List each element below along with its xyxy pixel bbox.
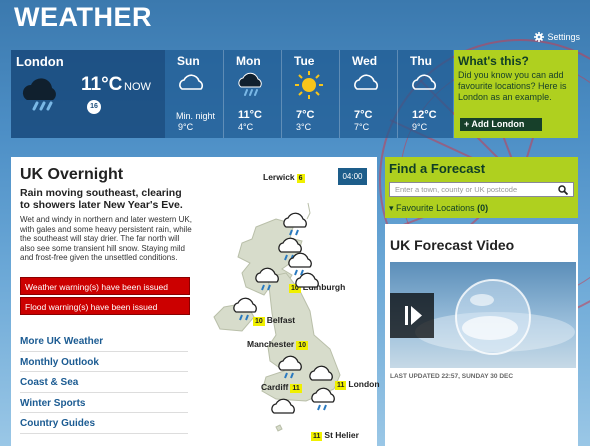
city-manchester[interactable]: Manchester 10 [247, 339, 310, 350]
day-max-temp: 7°C [354, 109, 373, 121]
map-time[interactable]: 04:00 [338, 168, 367, 185]
wind-speed-icon: 16 [87, 100, 101, 114]
city-name: St Helier [324, 430, 359, 440]
settings-link[interactable]: Settings [534, 32, 580, 42]
day-min-temp: 9°C [178, 122, 194, 132]
day-min-temp: 4°C [238, 122, 254, 132]
rain-cloud-icon [311, 387, 335, 411]
day-name: Mon [236, 54, 261, 68]
whats-this-panel: What's this? Did you know you can add fa… [454, 50, 578, 138]
forecast-day-sun[interactable]: Sun Min. night 9°C [165, 50, 223, 138]
play-icon [405, 306, 422, 325]
city-st-helier[interactable]: 11 St Helier [309, 430, 359, 441]
temp-badge: 11 [311, 432, 323, 441]
cloud-icon [179, 74, 204, 90]
city-name: London [348, 379, 380, 389]
video-date: LAST UPDATED 22:57, SUNDAY 30 DEC [390, 373, 514, 380]
cloud-icon [412, 74, 437, 90]
cloud-icon [271, 398, 295, 414]
settings-label: Settings [547, 32, 580, 42]
whats-this-title: What's this? [458, 54, 529, 68]
favourites-label: Favourite Locations [396, 203, 475, 213]
overnight-title: UK Overnight [20, 166, 124, 183]
forecast-video-panel: UK Forecast Video LAST UPDATED 22:57, SU… [385, 224, 578, 446]
link-coast-sea[interactable]: Coast & Sea [20, 372, 188, 393]
link-monthly-outlook[interactable]: Monthly Outlook [20, 352, 188, 372]
cloud-icon [309, 365, 333, 381]
play-button[interactable] [390, 293, 434, 338]
chevron-down-icon: ▾ [389, 203, 394, 213]
whats-this-text: Did you know you can add favourite locat… [458, 70, 567, 102]
min-night-label: Min. night [176, 111, 216, 121]
overnight-links: More UK Weather Monthly Outlook Coast & … [20, 331, 188, 434]
flood-warning-button[interactable]: Flood warning(s) have been issued [20, 297, 190, 315]
gear-icon [534, 32, 545, 42]
cloud-icon [354, 74, 379, 90]
favourites-count: (0) [477, 203, 489, 213]
video-title: UK Forecast Video [390, 237, 515, 253]
rain-cloud-icon [22, 78, 56, 111]
cloud-icon [295, 272, 319, 288]
city-name: Lerwick [263, 172, 295, 182]
forecast-days: Sun Min. night 9°C Mon 11°C 4°C Tue 7°C … [165, 50, 453, 138]
temp-badge: 10 [296, 341, 309, 350]
forecast-day-wed[interactable]: Wed 7°C 7°C [339, 50, 397, 138]
city-name: Cardiff [261, 382, 289, 392]
current-weather-panel[interactable]: London 11°C NOW 16 [11, 50, 165, 138]
day-name: Thu [410, 54, 432, 68]
rain-cloud-icon [238, 72, 262, 96]
find-forecast-title: Find a Forecast [389, 161, 486, 176]
page-title: WEATHER [14, 2, 152, 32]
sun-icon [295, 71, 323, 99]
weather-warning-button[interactable]: Weather warning(s) have been issued [20, 277, 190, 295]
temp-badge: 11 [290, 384, 302, 393]
location-search-input[interactable]: Enter a town, county or UK postcode [389, 182, 574, 197]
day-min-temp: 9°C [412, 122, 428, 132]
current-temperature: 11°C [81, 74, 123, 95]
link-winter-sports[interactable]: Winter Sports [20, 393, 188, 413]
now-label: NOW [124, 81, 151, 93]
city-name: Manchester [247, 339, 295, 349]
add-london-button[interactable]: + Add London [460, 118, 542, 131]
uk-overnight-panel: UK Overnight Rain moving southeast, clea… [11, 157, 380, 446]
overnight-text: Wet and windy in northern and later west… [20, 215, 192, 263]
forecast-day-tue[interactable]: Tue 7°C 3°C [281, 50, 339, 138]
day-min-temp: 7°C [354, 122, 370, 132]
day-min-temp: 3°C [296, 122, 312, 132]
day-name: Sun [177, 54, 200, 68]
video-thumbnail[interactable] [390, 262, 576, 368]
forecast-day-thu[interactable]: Thu 12°C 9°C [397, 50, 455, 138]
link-country-guides[interactable]: Country Guides [20, 413, 188, 434]
rain-cloud-icon [255, 267, 279, 291]
current-location: London [16, 54, 64, 69]
find-forecast-panel: Find a Forecast Enter a town, county or … [385, 157, 578, 218]
day-name: Wed [352, 54, 378, 68]
day-max-temp: 7°C [296, 109, 315, 121]
rain-cloud-icon [233, 297, 257, 321]
favourite-locations-toggle[interactable]: ▾ Favourite Locations (0) [389, 203, 488, 214]
city-london[interactable]: 11 London [333, 379, 380, 390]
day-name: Tue [294, 54, 315, 68]
link-more-uk-weather[interactable]: More UK Weather [20, 331, 188, 352]
forecast-day-mon[interactable]: Mon 11°C 4°C [223, 50, 281, 138]
city-name: Belfast [266, 315, 296, 325]
city-lerwick[interactable]: Lerwick 6 [263, 172, 307, 183]
rain-cloud-icon [283, 212, 307, 236]
temp-badge: 6 [296, 174, 305, 183]
search-icon[interactable] [558, 185, 568, 195]
day-max-temp: 11°C [238, 109, 262, 121]
rain-cloud-icon [278, 355, 302, 379]
overnight-subtitle: Rain moving southeast, clearing to showe… [20, 187, 183, 211]
day-max-temp: 12°C [412, 109, 437, 121]
city-cardiff[interactable]: Cardiff 11 [261, 382, 304, 393]
